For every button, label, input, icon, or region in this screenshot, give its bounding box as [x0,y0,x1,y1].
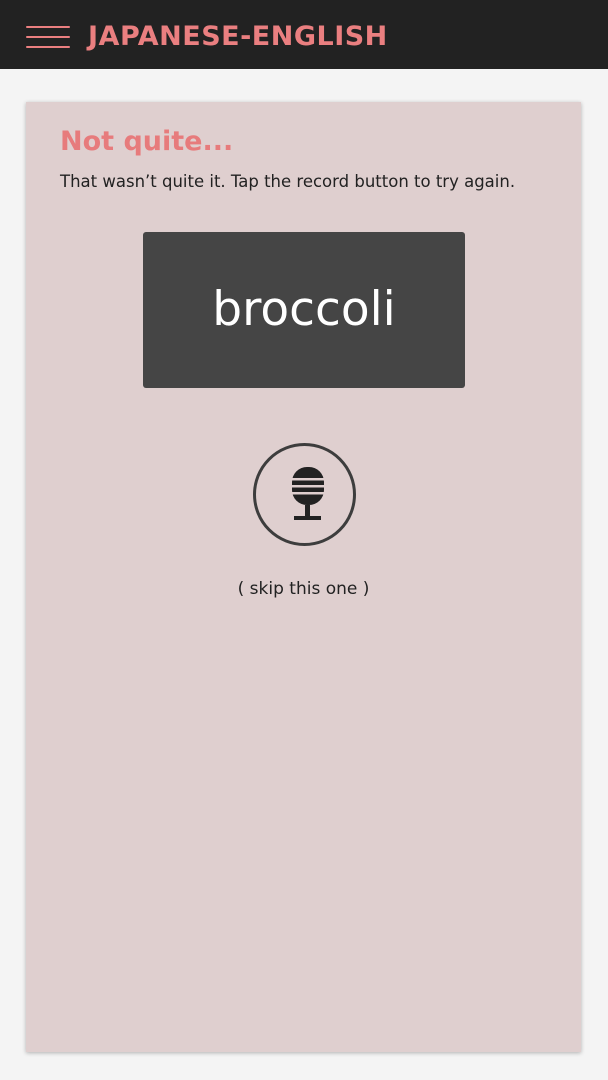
target-word: broccoli [212,282,396,337]
skip-link[interactable]: ( skip this one ) [26,576,581,602]
status-message: That wasn’t quite it. Tap the record but… [60,172,516,191]
practice-card: Not quite... That wasn’t quite it. Tap t… [26,102,581,1052]
app-title: JAPANESE-ENGLISH [88,21,388,52]
record-button[interactable] [253,443,356,546]
menu-line [26,46,70,48]
menu-line [26,26,70,28]
top-bar: JAPANESE-ENGLISH [0,0,608,69]
word-display: broccoli [143,232,465,388]
microphone-icon [292,467,324,520]
status-title: Not quite... [60,126,234,157]
menu-line [26,36,70,38]
hamburger-menu-icon[interactable] [26,22,70,52]
